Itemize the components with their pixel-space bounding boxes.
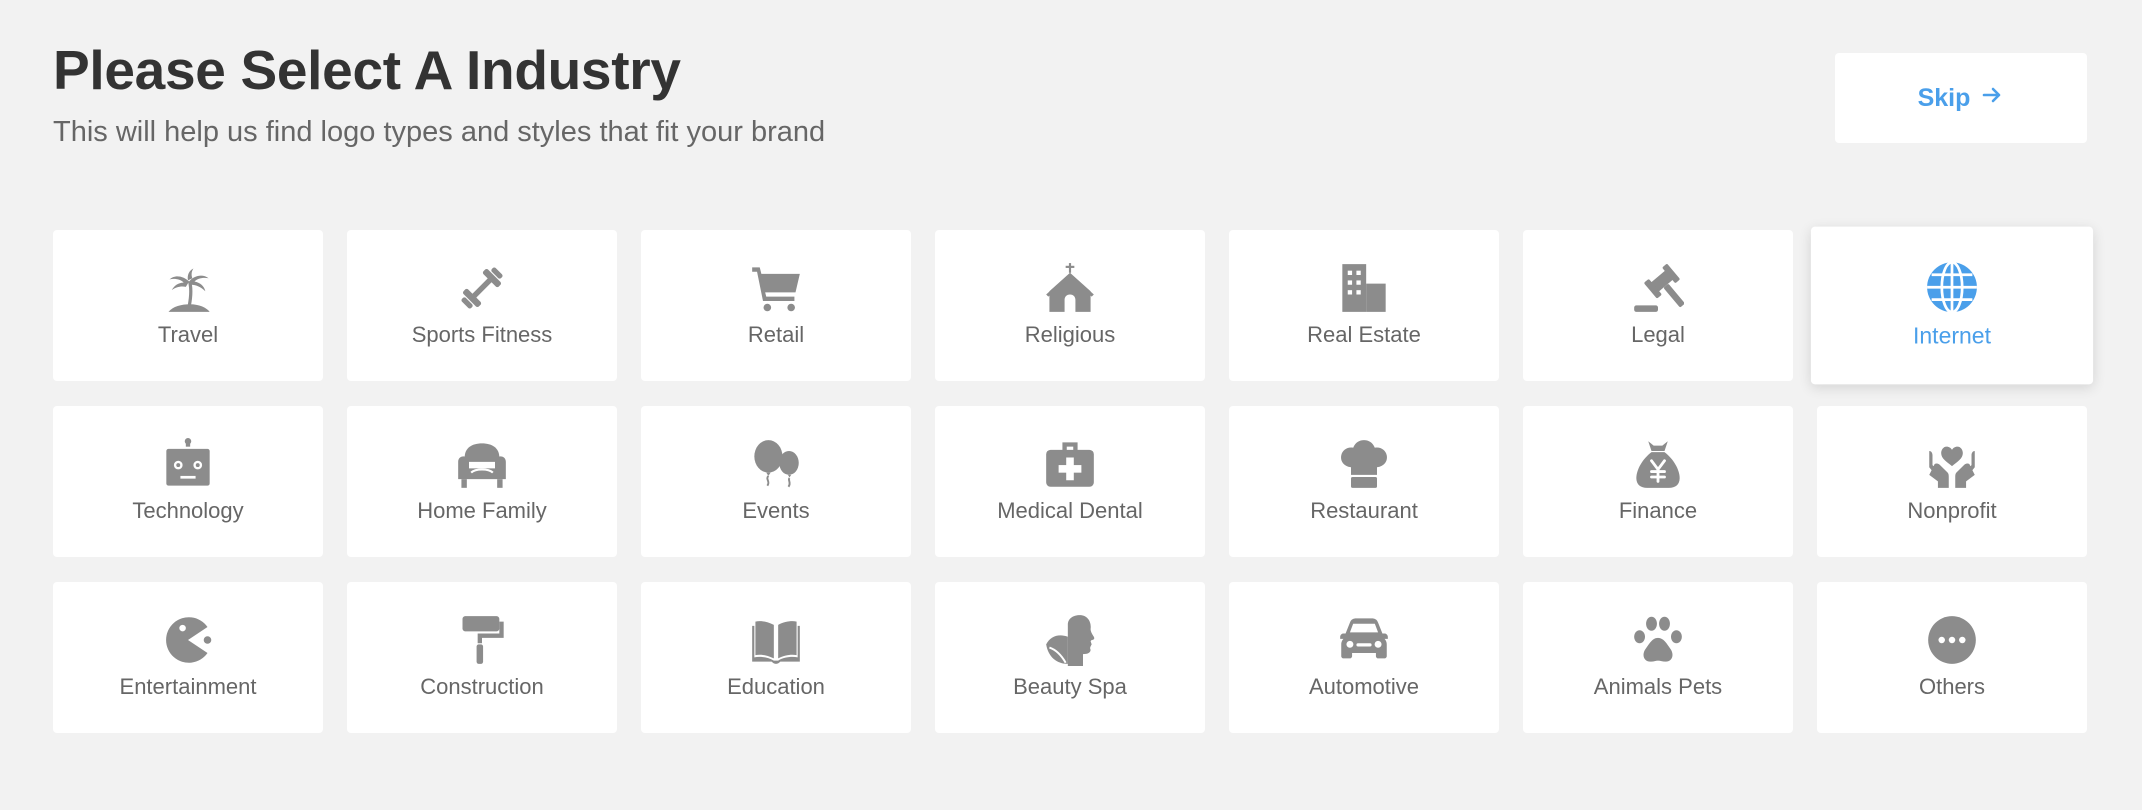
industry-card-finance[interactable]: Finance bbox=[1523, 406, 1793, 557]
industry-card-sports-fitness[interactable]: Sports Fitness bbox=[347, 230, 617, 381]
industry-label: Legal bbox=[1631, 322, 1685, 347]
palm-tree-icon bbox=[162, 262, 214, 314]
arrow-right-icon bbox=[1980, 83, 2004, 114]
industry-grid: Travel Sports Fitness Retail Religious Real … bbox=[53, 226, 2094, 733]
leaf-head-icon bbox=[1044, 614, 1096, 666]
paw-icon bbox=[1632, 614, 1684, 666]
industry-card-technology[interactable]: Technology bbox=[53, 406, 323, 557]
hands-heart-icon bbox=[1926, 438, 1978, 490]
industry-card-automotive[interactable]: Automotive bbox=[1229, 582, 1499, 733]
industry-card-medical-dental[interactable]: Medical Dental bbox=[935, 406, 1205, 557]
industry-label: Religious bbox=[1024, 322, 1116, 347]
gavel-icon bbox=[1632, 262, 1684, 314]
industry-card-animals-pets[interactable]: Animals Pets bbox=[1523, 582, 1793, 733]
industry-label: Education bbox=[727, 674, 825, 699]
pacman-icon bbox=[162, 614, 214, 666]
skip-button[interactable]: Skip bbox=[1835, 53, 2087, 143]
paint-roller-icon bbox=[456, 614, 508, 666]
industry-label: Technology bbox=[132, 498, 244, 523]
industry-label: Retail bbox=[747, 322, 805, 347]
industry-card-home-family[interactable]: Home Family bbox=[347, 406, 617, 557]
industry-card-others[interactable]: Others bbox=[1817, 582, 2087, 733]
armchair-icon bbox=[456, 438, 508, 490]
industry-label: Events bbox=[742, 498, 810, 523]
industry-card-entertainment[interactable]: Entertainment bbox=[53, 582, 323, 733]
globe-icon bbox=[1925, 260, 1979, 314]
industry-card-events[interactable]: Events bbox=[641, 406, 911, 557]
industry-card-beauty-spa[interactable]: Beauty Spa bbox=[935, 582, 1205, 733]
industry-label: Beauty Spa bbox=[1013, 674, 1127, 699]
industry-label: Others bbox=[1918, 674, 1986, 699]
industry-card-education[interactable]: Education bbox=[641, 582, 911, 733]
industry-card-construction[interactable]: Construction bbox=[347, 582, 617, 733]
skip-label: Skip bbox=[1917, 83, 1971, 112]
more-dots-icon bbox=[1926, 614, 1978, 666]
page-header: Please Select A Industry This will help … bbox=[53, 38, 825, 150]
page-subtitle: This will help us find logo types and st… bbox=[53, 116, 826, 148]
industry-card-real-estate[interactable]: Real Estate bbox=[1229, 230, 1499, 381]
robot-icon bbox=[162, 438, 214, 490]
industry-label: Home Family bbox=[417, 498, 547, 523]
industry-card-internet[interactable]: Internet bbox=[1810, 226, 2094, 385]
industry-label: Construction bbox=[420, 674, 544, 699]
chef-hat-icon bbox=[1338, 438, 1390, 490]
shopping-cart-icon bbox=[750, 262, 802, 314]
open-book-icon bbox=[750, 614, 802, 666]
industry-label: Real Estate bbox=[1307, 322, 1421, 347]
industry-label: Medical Dental bbox=[997, 498, 1143, 523]
industry-label: Restaurant bbox=[1310, 498, 1418, 523]
industry-card-restaurant[interactable]: Restaurant bbox=[1229, 406, 1499, 557]
church-icon bbox=[1044, 262, 1096, 314]
industry-label: Internet bbox=[1913, 322, 1991, 349]
page-title: Please Select A Industry bbox=[53, 39, 681, 101]
industry-label: Finance bbox=[1618, 498, 1698, 523]
industry-label: Travel bbox=[157, 322, 219, 347]
industry-label: Sports Fitness bbox=[411, 322, 553, 347]
industry-card-retail[interactable]: Retail bbox=[641, 230, 911, 381]
money-bag-icon bbox=[1632, 438, 1684, 490]
balloons-icon bbox=[750, 438, 802, 490]
dumbbell-icon bbox=[456, 262, 508, 314]
car-icon bbox=[1338, 614, 1390, 666]
industry-label: Entertainment bbox=[119, 674, 257, 699]
industry-card-legal[interactable]: Legal bbox=[1523, 230, 1793, 381]
medical-kit-icon bbox=[1044, 438, 1096, 490]
industry-label: Animals Pets bbox=[1593, 674, 1723, 699]
industry-label: Nonprofit bbox=[1907, 498, 1997, 523]
industry-card-religious[interactable]: Religious bbox=[935, 230, 1205, 381]
industry-card-nonprofit[interactable]: Nonprofit bbox=[1817, 406, 2087, 557]
industry-card-travel[interactable]: Travel bbox=[53, 230, 323, 381]
industry-label: Automotive bbox=[1308, 674, 1420, 699]
building-icon bbox=[1338, 262, 1390, 314]
